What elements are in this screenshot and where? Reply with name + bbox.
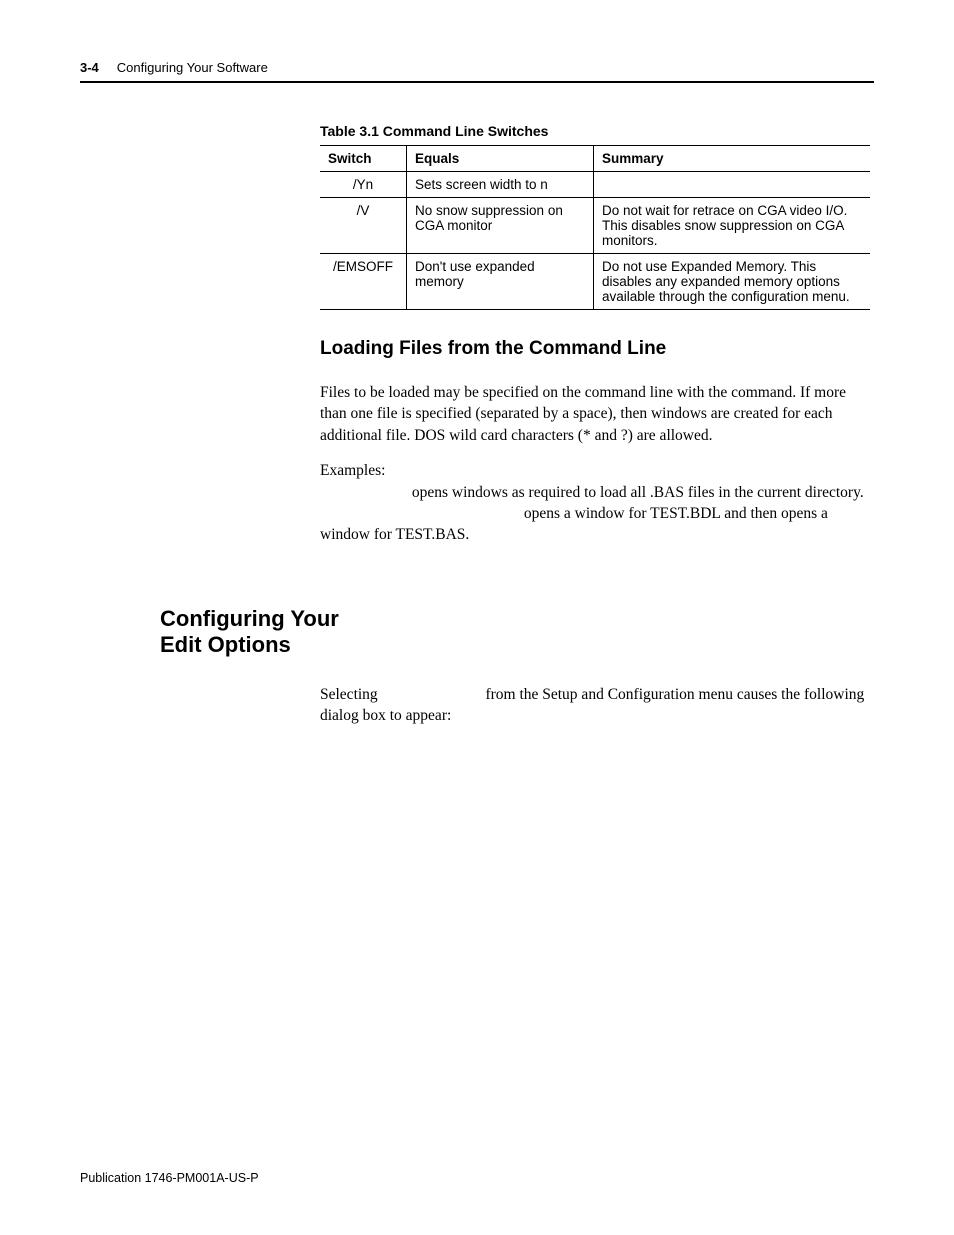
page-container: 3-4 Configuring Your Software Table 3.1 … [0,0,954,1235]
cell-summary: Do not wait for retrace on CGA video I/O… [594,198,871,254]
col-header-equals: Equals [407,146,594,172]
cell-equals: Don't use expanded memory [407,254,594,310]
publication-footer: Publication 1746-PM001A-US-P [80,1171,259,1185]
cell-switch: /EMSOFF [320,254,407,310]
col-header-summary: Summary [594,146,871,172]
section-configuring-edit-options: Configuring Your Edit Options Selecting … [80,606,874,727]
page-number: 3-4 [80,60,99,75]
table-row: /Yn Sets screen width to n [320,172,870,198]
table-row: /V No snow suppression on CGA monitor Do… [320,198,870,254]
chapter-title: Configuring Your Software [117,60,268,75]
cell-equals: No snow suppression on CGA monitor [407,198,594,254]
table-header-row: Switch Equals Summary [320,146,870,172]
running-header: 3-4 Configuring Your Software [80,60,874,83]
cell-equals: Sets screen width to n [407,172,594,198]
subheading-loading-files: Loading Files from the Command Line [320,338,870,360]
examples-label: Examples: [320,462,385,479]
cell-switch: /Yn [320,172,407,198]
body-paragraph-edit-options: Selecting from the Setup and Configurati… [320,684,870,727]
side-heading-edit-options: Configuring Your Edit Options [160,606,360,659]
cell-switch: /V [320,198,407,254]
text-after-menuitem: from the Setup and Configuration menu ca… [320,686,864,724]
table-row: /EMSOFF Don't use expanded memory Do not… [320,254,870,310]
cell-summary [594,172,871,198]
col-header-switch: Switch [320,146,407,172]
example-2-text: opens a window for TEST.BDL and then ope… [320,505,828,543]
text-before-menuitem: Selecting [320,686,382,703]
examples-block: Examples: opens windows as required to l… [320,460,870,546]
body-paragraph: Files to be loaded may be specified on t… [320,382,870,446]
example-1-text: opens windows as required to load all .B… [408,484,864,501]
table-caption: Table 3.1 Command Line Switches [320,123,870,139]
cell-summary: Do not use Expanded Memory. This disable… [594,254,871,310]
command-line-switches-table: Switch Equals Summary /Yn Sets screen wi… [320,145,870,310]
main-column: Table 3.1 Command Line Switches Switch E… [320,123,870,546]
